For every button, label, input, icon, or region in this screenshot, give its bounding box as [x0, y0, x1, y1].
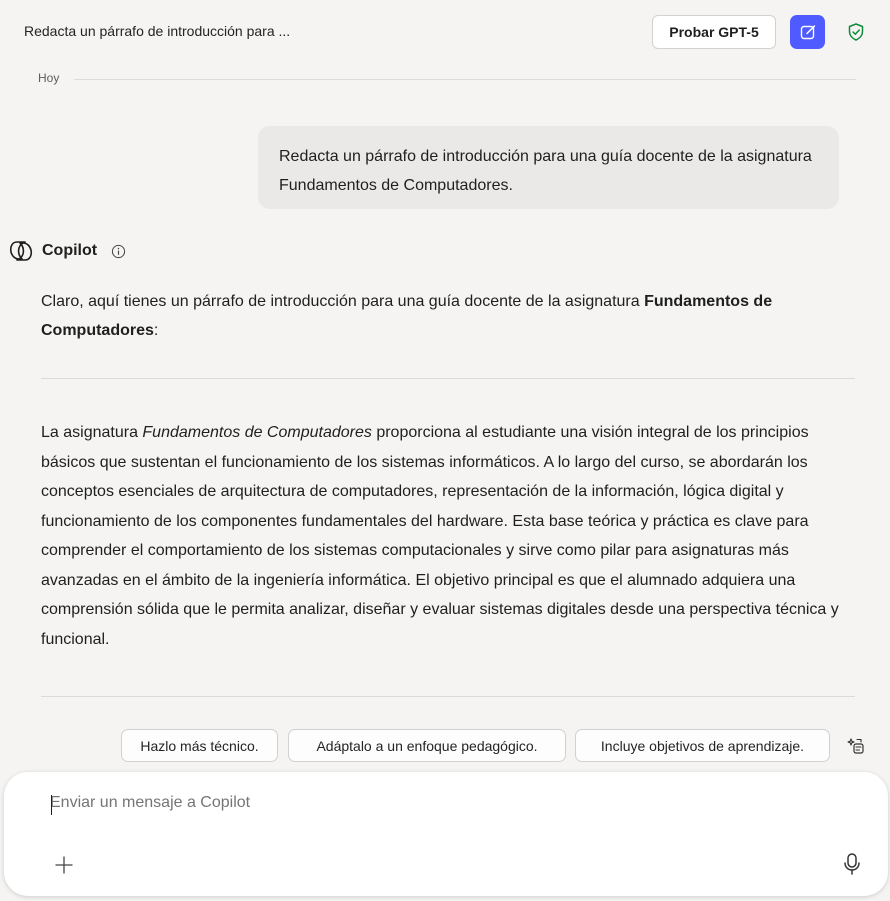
chat-title[interactable]: Redacta un párrafo de introducción para …: [24, 23, 290, 39]
new-chat-button[interactable]: [790, 15, 825, 49]
suggestion-chips: Hazlo más técnico. Adáptalo a un enfoque…: [0, 729, 890, 763]
assistant-paragraph: La asignatura Fundamentos de Computadore…: [41, 418, 857, 654]
body-subject: Fundamentos de Computadores: [142, 424, 372, 441]
intro-suffix: :: [153, 322, 159, 339]
top-bar: Redacta un párrafo de introducción para …: [0, 0, 890, 62]
day-label: Hoy: [38, 71, 60, 85]
user-message-text: Redacta un párrafo de introducción para …: [279, 148, 812, 194]
microphone-icon[interactable]: [842, 852, 862, 876]
assistant-header: Copilot: [8, 238, 126, 264]
compose-icon: [800, 25, 815, 40]
message-input[interactable]: [50, 794, 750, 812]
divider: [74, 79, 856, 80]
info-icon[interactable]: [111, 244, 126, 259]
user-message: Redacta un párrafo de introducción para …: [258, 126, 839, 209]
message-composer: [4, 772, 888, 896]
copilot-logo-icon: [9, 241, 33, 261]
body-text: proporciona al estudiante una visión int…: [41, 424, 839, 648]
divider: [41, 378, 855, 379]
assistant-name: Copilot: [42, 242, 98, 259]
assistant-intro: Claro, aquí tienes un párrafo de introdu…: [41, 287, 857, 345]
shield-check-icon[interactable]: [846, 22, 866, 42]
day-separator: Hoy: [38, 68, 856, 88]
sparkle-refresh-icon[interactable]: [846, 736, 866, 756]
body-prefix: La asignatura: [41, 424, 143, 441]
plus-icon[interactable]: [54, 855, 74, 875]
divider: [41, 696, 855, 697]
try-gpt5-button[interactable]: Probar GPT-5: [652, 15, 776, 49]
suggestion-chip[interactable]: Hazlo más técnico.: [121, 729, 278, 762]
intro-text: Claro, aquí tienes un párrafo de introdu…: [41, 293, 645, 310]
suggestion-chip[interactable]: Incluye objetivos de aprendizaje.: [575, 729, 830, 762]
suggestion-chip[interactable]: Adáptalo a un enfoque pedagógico.: [288, 729, 566, 762]
text-caret: [51, 795, 52, 815]
